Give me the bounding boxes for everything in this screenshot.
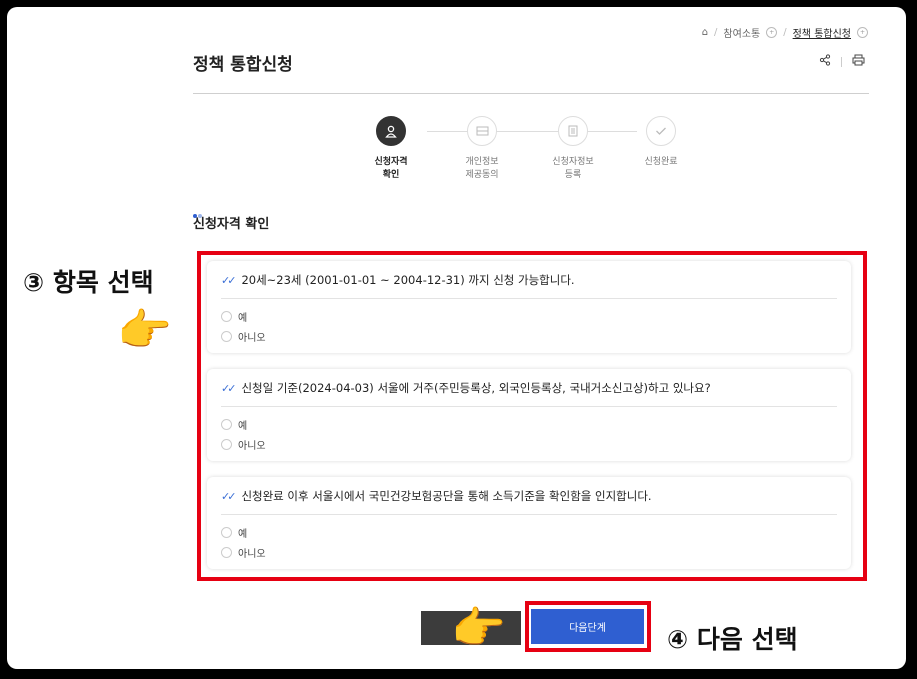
option-no[interactable]: 아니오 xyxy=(221,542,837,562)
pointing-hand-icon: 👉 xyxy=(117,305,172,356)
form-icon xyxy=(558,116,588,146)
breadcrumb-item-participation[interactable]: 참여소통 xyxy=(723,25,760,40)
divider xyxy=(221,514,837,515)
step-complete: 신청완료 xyxy=(616,116,706,169)
annotation-select-next: ④ 다음 선택 xyxy=(667,625,798,654)
option-label: 아니오 xyxy=(238,440,266,452)
divider xyxy=(841,57,842,67)
progress-steps: 신청자격 확인 개인정보 제공동의 신청자정보 등록 신청완료 xyxy=(367,116,697,196)
option-label: 예 xyxy=(238,420,248,432)
question-text: 신청완료 이후 서울시에서 국민건강보험공단을 통해 소득기준을 확인함을 인지… xyxy=(241,489,652,503)
question-card: ✓✓ 20세~23세 (2001-01-01 ~ 2004-12-31) 까지 … xyxy=(207,261,851,353)
option-yes[interactable]: 예 xyxy=(221,522,837,542)
radio-button[interactable] xyxy=(221,526,232,538)
option-label: 예 xyxy=(238,312,248,324)
pointing-hand-icon: 👉 xyxy=(451,603,506,654)
option-no[interactable]: 아니오 xyxy=(221,434,837,454)
question-card: ✓✓ 신청완료 이후 서울시에서 국민건강보험공단을 통해 소득기준을 확인함을… xyxy=(207,477,851,569)
check-icon xyxy=(646,116,676,146)
radio-button[interactable] xyxy=(221,418,232,430)
title-divider xyxy=(193,93,869,94)
step-applicant-info: 신청자정보 등록 xyxy=(528,116,618,182)
app-window: ⌂ / 참여소통 + / 정책 통합신청 + 정책 통합신청 신청자격 확인 개 xyxy=(7,7,906,669)
breadcrumb-item-current[interactable]: 정책 통합신청 xyxy=(793,25,851,40)
option-yes[interactable]: 예 xyxy=(221,414,837,434)
step-label: 신청완료 xyxy=(644,157,678,167)
double-check-icon: ✓✓ xyxy=(221,381,237,395)
step-eligibility: 신청자격 확인 xyxy=(346,116,436,182)
step-privacy-consent: 개인정보 제공동의 xyxy=(437,116,527,182)
option-label: 아니오 xyxy=(238,548,266,560)
step-label: 신청자정보 등록 xyxy=(552,157,594,180)
divider xyxy=(221,298,837,299)
print-icon[interactable] xyxy=(852,54,865,70)
radio-button[interactable] xyxy=(221,546,232,558)
document-icon xyxy=(467,116,497,146)
home-icon[interactable]: ⌂ xyxy=(702,27,708,38)
chevron-down-icon[interactable]: + xyxy=(857,27,868,38)
question-text: 신청일 기준(2024-04-03) 서울에 거주(주민등록상, 외국인등록상,… xyxy=(241,381,711,395)
double-check-icon: ✓✓ xyxy=(221,489,237,503)
option-label: 예 xyxy=(238,528,248,540)
question-list: ✓✓ 20세~23세 (2001-01-01 ~ 2004-12-31) 까지 … xyxy=(207,261,851,585)
page-title: 정책 통합신청 xyxy=(193,55,293,75)
title-tools xyxy=(819,54,865,70)
option-yes[interactable]: 예 xyxy=(221,306,837,326)
step-label: 개인정보 제공동의 xyxy=(465,157,499,180)
option-label: 아니오 xyxy=(238,332,266,344)
section-title: 신청자격 확인 xyxy=(193,217,270,232)
double-check-icon: ✓✓ xyxy=(221,273,237,287)
option-no[interactable]: 아니오 xyxy=(221,326,837,346)
question-text: 20세~23세 (2001-01-01 ~ 2004-12-31) 까지 신청 … xyxy=(241,273,575,287)
annotation-select-items: ③ 항목 선택 xyxy=(23,268,154,297)
next-step-button[interactable]: 다음단계 xyxy=(531,609,644,644)
radio-button[interactable] xyxy=(221,438,232,450)
person-icon xyxy=(376,116,406,146)
share-icon[interactable] xyxy=(819,54,831,70)
question-card: ✓✓ 신청일 기준(2024-04-03) 서울에 거주(주민등록상, 외국인등… xyxy=(207,369,851,461)
radio-button[interactable] xyxy=(221,330,232,342)
chevron-down-icon[interactable]: + xyxy=(766,27,778,38)
breadcrumb: ⌂ / 참여소통 + / 정책 통합신청 + xyxy=(702,25,868,40)
radio-button[interactable] xyxy=(221,310,232,322)
divider xyxy=(221,406,837,407)
step-label: 신청자격 확인 xyxy=(374,157,408,180)
